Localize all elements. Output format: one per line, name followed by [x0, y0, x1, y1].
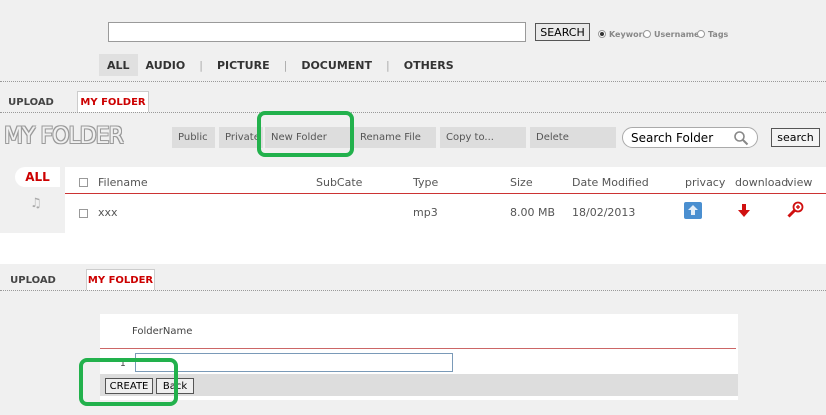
tab-upload[interactable]: UPLOAD — [6, 92, 56, 112]
category-separator: | — [283, 58, 288, 72]
column-type[interactable]: Type — [413, 176, 438, 189]
category-all[interactable]: ALL — [99, 54, 138, 76]
page-title: MY FOLDER — [4, 124, 124, 149]
copy-to-button[interactable]: Copy to... — [440, 127, 526, 148]
divider — [0, 81, 826, 82]
radio-keyword[interactable]: Keyword — [598, 28, 648, 40]
privacy-icon[interactable] — [684, 202, 702, 219]
folder-name-label: FolderName — [132, 326, 193, 337]
filter-tab-all[interactable]: ALL — [15, 167, 60, 187]
form-footer — [100, 374, 738, 396]
radio-tags[interactable]: Tags — [697, 28, 728, 40]
radio-keyword-dot[interactable] — [598, 30, 606, 38]
column-size[interactable]: Size — [510, 176, 533, 189]
radio-tags-label: Tags — [708, 29, 729, 39]
tab-upload[interactable]: UPLOAD — [8, 270, 58, 290]
music-icon: ♫ — [30, 196, 42, 211]
private-button[interactable]: Private — [219, 127, 263, 148]
tab-my-folder[interactable]: MY FOLDER — [86, 269, 155, 290]
category-document[interactable]: DOCUMENT — [293, 54, 380, 76]
category-bar: ALL AUDIO | PICTURE | DOCUMENT | OTHERS — [99, 53, 462, 77]
row-type: mp3 — [413, 206, 438, 219]
tab-my-folder[interactable]: MY FOLDER — [77, 91, 149, 112]
column-download[interactable]: download — [735, 176, 788, 189]
back-button[interactable]: Back — [156, 378, 194, 394]
column-privacy[interactable]: privacy — [685, 176, 725, 189]
form-divider — [100, 348, 736, 349]
new-folder-button[interactable]: New Folder — [265, 127, 351, 148]
category-others[interactable]: OTHERS — [396, 54, 462, 76]
search-input[interactable] — [108, 22, 526, 42]
row-filename[interactable]: xxx — [98, 206, 118, 219]
row-date-modified: 18/02/2013 — [572, 206, 636, 219]
radio-username-dot[interactable] — [643, 30, 651, 38]
divider — [0, 112, 826, 113]
divider — [0, 290, 826, 291]
zoom-in-icon[interactable] — [787, 201, 804, 218]
radio-username-label: Username — [654, 29, 700, 39]
search-button[interactable]: SEARCH — [535, 23, 590, 41]
row-number: 1 — [120, 359, 126, 369]
delete-button[interactable]: Delete — [530, 127, 616, 148]
row-checkbox[interactable] — [79, 209, 88, 218]
folder-search-button[interactable]: search — [771, 128, 820, 147]
public-button[interactable]: Public — [172, 127, 215, 148]
header-divider — [65, 193, 826, 194]
download-icon[interactable] — [737, 204, 751, 218]
radio-username[interactable]: Username — [643, 28, 699, 40]
folder-name-input[interactable] — [135, 353, 453, 372]
column-filename[interactable]: Filename — [98, 176, 148, 189]
rename-file-button[interactable]: Rename File — [354, 127, 436, 148]
select-all-checkbox[interactable] — [79, 178, 88, 187]
column-view[interactable]: view — [787, 176, 812, 189]
column-subcate[interactable]: SubCate — [316, 176, 362, 189]
category-picture[interactable]: PICTURE — [209, 54, 278, 76]
row-size: 8.00 MB — [510, 206, 556, 219]
category-audio[interactable]: AUDIO — [138, 54, 194, 76]
create-button[interactable]: CREATE — [105, 378, 153, 394]
category-separator: | — [199, 58, 203, 72]
search-icon[interactable] — [733, 130, 749, 146]
category-separator: | — [386, 58, 390, 72]
radio-tags-dot[interactable] — [697, 30, 705, 38]
column-date-modified[interactable]: Date Modified — [572, 176, 649, 189]
